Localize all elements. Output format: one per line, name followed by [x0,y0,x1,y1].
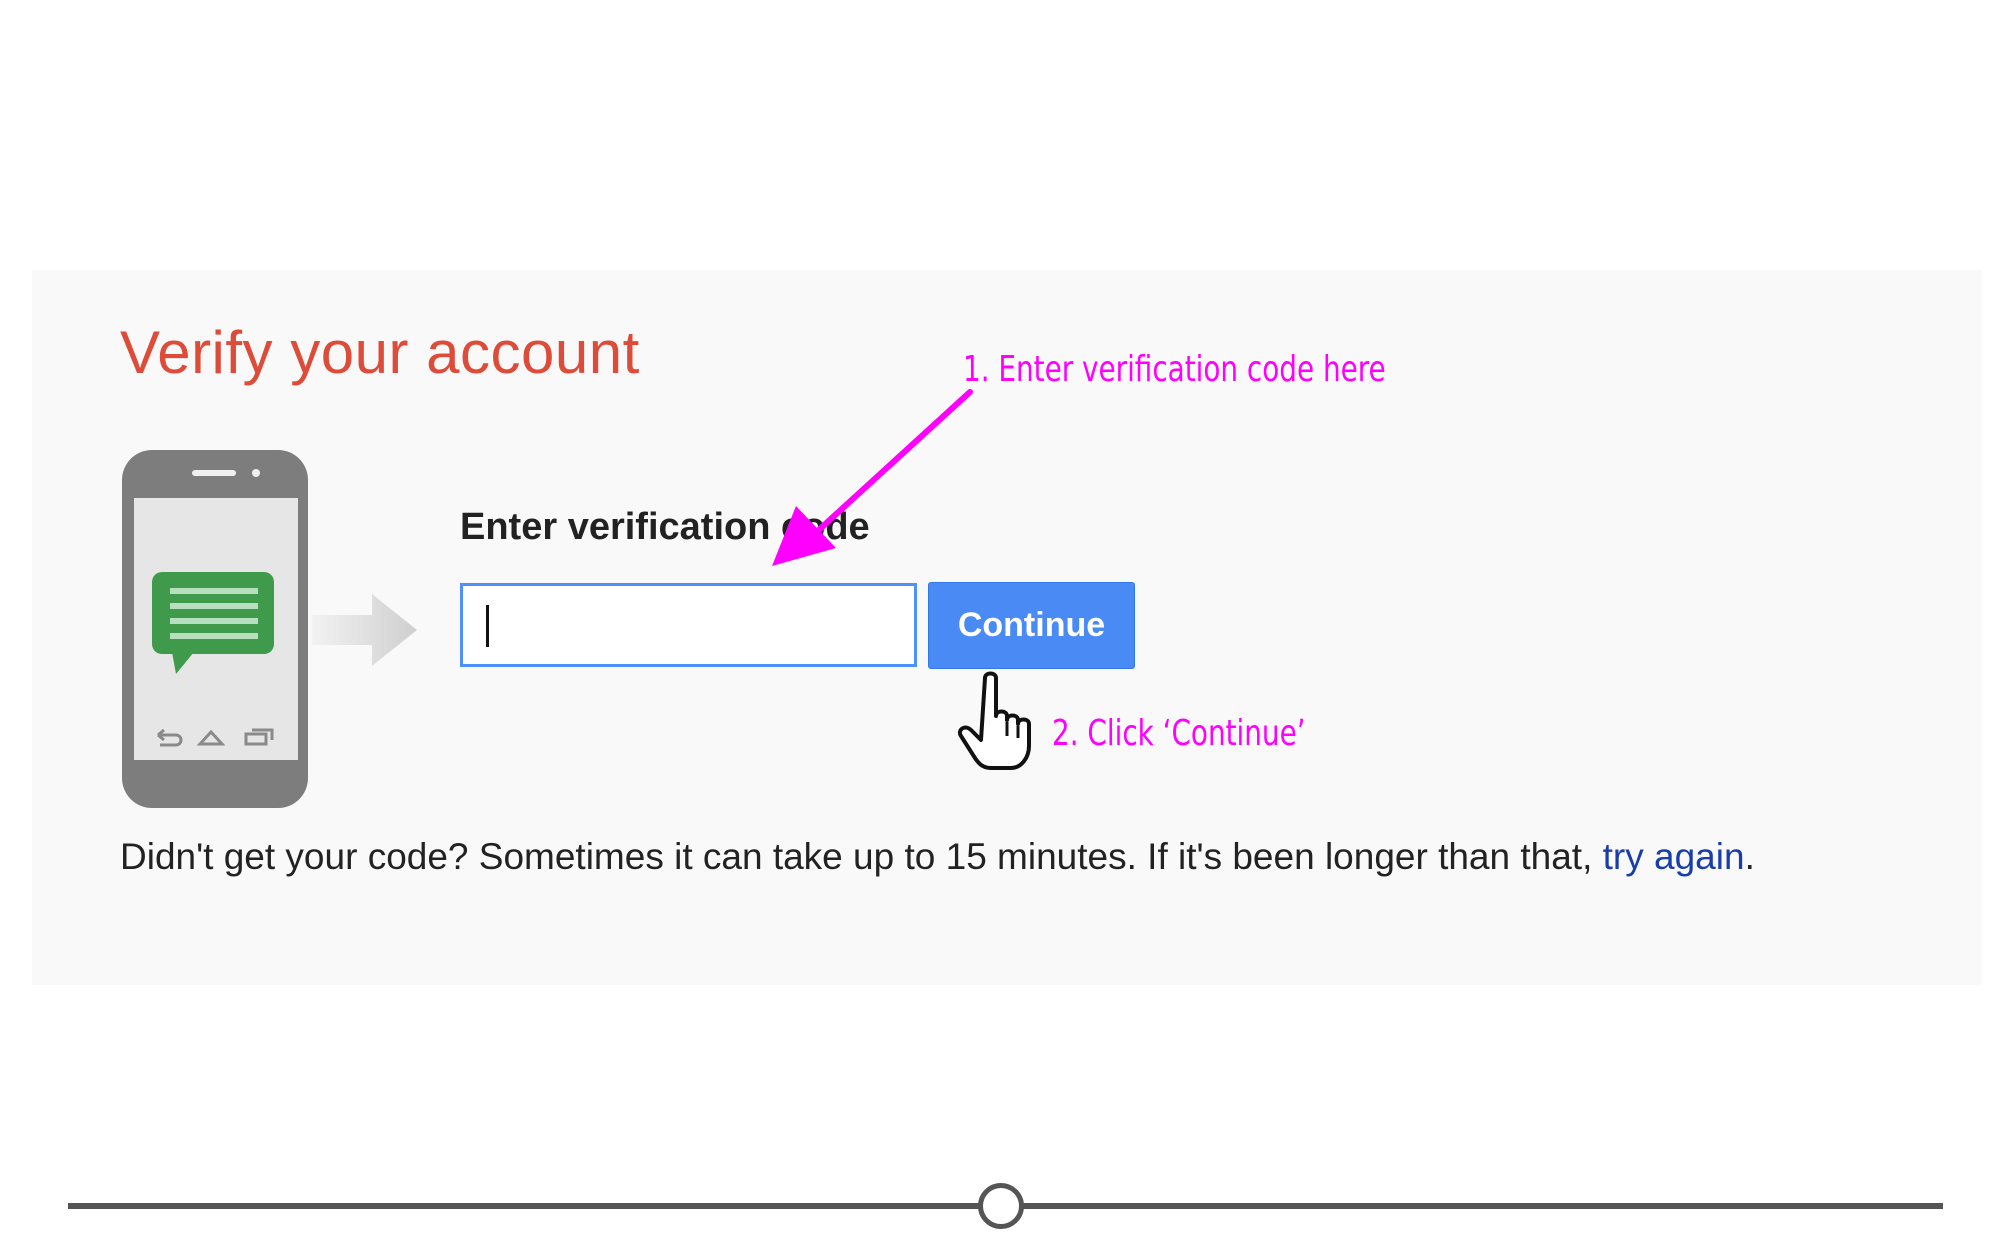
help-text: Didn't get your code? Sometimes it can t… [120,832,1755,882]
verification-code-input[interactable] [460,583,917,667]
annotation-arrow-icon [772,389,973,566]
try-again-link[interactable]: try again [1603,836,1745,877]
annotation-step-1: 1. Enter verification code here [963,349,1386,390]
timeline-knob[interactable] [978,1183,1024,1229]
text-caret [486,605,489,647]
right-arrow-icon [312,594,417,666]
help-text-body: Didn't get your code? Sometimes it can t… [120,836,1603,877]
hand-pointer-icon [958,671,1031,770]
continue-button[interactable]: Continue [928,582,1135,669]
help-text-suffix: . [1744,836,1755,877]
annotation-step-2: 2. Click ‘Continue’ [1052,713,1306,754]
page-title: Verify your account [120,319,640,386]
